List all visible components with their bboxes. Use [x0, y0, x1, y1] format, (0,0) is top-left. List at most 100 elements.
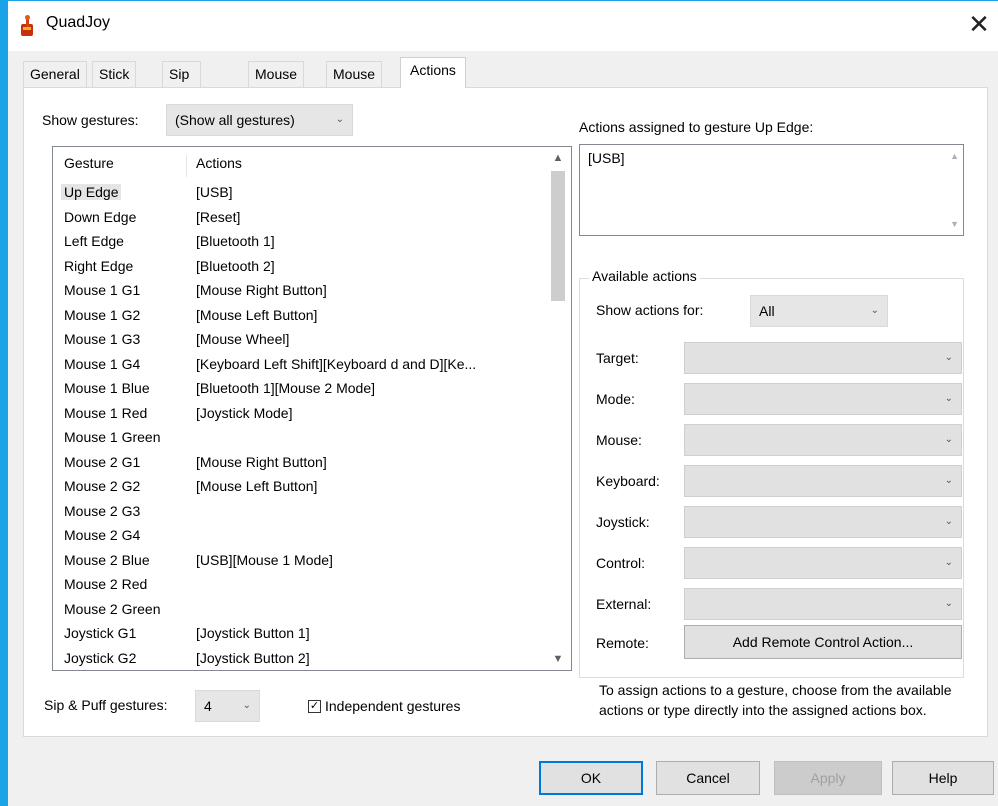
- gesture-cell: Mouse 2 G4: [64, 527, 141, 543]
- mode-dropdown[interactable]: ⌄: [684, 383, 962, 415]
- target-dropdown[interactable]: ⌄: [684, 342, 962, 374]
- window-title: QuadJoy: [46, 14, 111, 31]
- assigned-actions-label: Actions assigned to gesture Up Edge:: [579, 119, 814, 135]
- assigned-actions-box[interactable]: [USB] ▲ ▼: [579, 144, 964, 236]
- chevron-down-icon: ⌄: [944, 434, 953, 445]
- actions-cell: [Reset]: [196, 208, 241, 225]
- close-button[interactable]: ✕: [964, 11, 994, 41]
- tab-actions[interactable]: Actions: [400, 57, 466, 88]
- actions-tab-page: Show gestures: (Show all gestures) ⌄ Ges…: [23, 87, 988, 737]
- show-actions-for-value: All: [759, 303, 775, 319]
- tab-mouse-2[interactable]: Mouse 2: [326, 61, 383, 106]
- table-row[interactable]: Mouse 1 G2 [Mouse Left Button]: [53, 304, 528, 328]
- gesture-cell: Mouse 1 G3: [64, 331, 141, 347]
- tab-stick[interactable]: Stick: [92, 61, 137, 87]
- table-row[interactable]: Joystick G2 [Joystick Button 2]: [53, 647, 528, 671]
- gesture-column-header[interactable]: Gesture: [64, 155, 114, 171]
- scroll-up-icon[interactable]: ▲: [545, 147, 571, 169]
- title-bar: QuadJoy ✕: [8, 1, 998, 51]
- show-gestures-value: (Show all gestures): [175, 112, 295, 128]
- add-remote-control-action-button[interactable]: Add Remote Control Action...: [684, 625, 962, 659]
- keyboard-label: Keyboard:: [596, 473, 660, 489]
- remote-label: Remote:: [596, 635, 649, 651]
- scroll-down-icon[interactable]: ▼: [950, 219, 959, 229]
- mouse-dropdown[interactable]: ⌄: [684, 424, 962, 456]
- actions-cell: [Joystick Button 1]: [196, 625, 310, 641]
- table-row[interactable]: Left Edge [Bluetooth 1]: [53, 230, 528, 254]
- apply-button[interactable]: Apply: [774, 761, 882, 795]
- table-row[interactable]: Mouse 2 G2 [Mouse Left Button]: [53, 475, 528, 499]
- gesture-cell: Mouse 1 G4: [64, 355, 141, 372]
- tab-sip-puff[interactable]: Sip & Puff: [162, 61, 201, 130]
- chevron-down-icon: ⌄: [870, 305, 879, 316]
- control-label: Control:: [596, 555, 646, 571]
- actions-cell: [Joystick Button 2]: [196, 649, 310, 666]
- vertical-scrollbar[interactable]: ▲ ▼: [545, 147, 571, 670]
- quadjoy-window: QuadJoy ✕ General Stick Sip & Puff Mouse…: [8, 1, 998, 806]
- gesture-cell: Mouse 1 G1: [64, 282, 141, 298]
- control-dropdown[interactable]: ⌄: [684, 547, 962, 579]
- keyboard-dropdown[interactable]: ⌄: [684, 465, 962, 497]
- tab-general[interactable]: General: [23, 61, 87, 87]
- cancel-button[interactable]: Cancel: [656, 761, 760, 795]
- actions-cell: [USB]: [196, 184, 233, 200]
- gesture-cell: Joystick G1: [64, 625, 137, 641]
- independent-gestures-checkbox[interactable]: ✓: [308, 700, 321, 713]
- table-row[interactable]: Mouse 1 Red [Joystick Mode]: [53, 402, 528, 426]
- joystick-label: Joystick:: [596, 514, 650, 530]
- table-row[interactable]: Mouse 2 G1 [Mouse Right Button]: [53, 451, 528, 475]
- table-row[interactable]: Down Edge [Reset]: [53, 206, 528, 230]
- actions-cell: [Mouse Wheel]: [196, 331, 290, 347]
- column-divider[interactable]: [186, 155, 187, 177]
- ok-button[interactable]: OK: [539, 761, 643, 795]
- actions-cell: [Bluetooth 2]: [196, 257, 275, 274]
- gesture-list[interactable]: Gesture Actions Up Edge [USB] Down Edge [Re…: [52, 146, 572, 671]
- table-row[interactable]: Mouse 2 G3: [53, 500, 528, 524]
- joystick-dropdown[interactable]: ⌄: [684, 506, 962, 538]
- table-row[interactable]: Mouse 1 G3 [Mouse Wheel]: [53, 328, 528, 352]
- table-row[interactable]: Mouse 1 G4 [Keyboard Left Shift][Keyboard…: [53, 353, 528, 377]
- actions-column-header[interactable]: Actions: [196, 155, 242, 171]
- table-row[interactable]: Mouse 2 Green: [53, 598, 528, 622]
- table-row[interactable]: Up Edge [USB]: [53, 181, 528, 205]
- hint-line-1: To assign actions to a gesture, choose f…: [599, 682, 952, 698]
- sip-puff-gestures-value: 4: [204, 698, 212, 714]
- sip-puff-gestures-label: Sip & Puff gestures:: [44, 697, 168, 713]
- show-actions-for-dropdown[interactable]: All ⌄: [750, 295, 888, 327]
- chevron-down-icon: ⌄: [242, 700, 251, 711]
- table-row[interactable]: Joystick G1 [Joystick Button 1]: [53, 622, 528, 646]
- table-row[interactable]: Mouse 2 Blue [USB][Mouse 1 Mode]: [53, 549, 528, 573]
- scroll-down-icon[interactable]: ▼: [545, 648, 571, 670]
- scroll-up-icon[interactable]: ▲: [950, 151, 959, 161]
- close-icon: ✕: [968, 10, 990, 40]
- hint-line-2: actions or type directly into the assign…: [599, 702, 927, 718]
- table-row[interactable]: Right Edge [Bluetooth 2]: [53, 255, 528, 279]
- show-gestures-dropdown[interactable]: (Show all gestures) ⌄: [166, 104, 353, 136]
- show-gestures-label: Show gestures:: [42, 112, 139, 128]
- independent-gestures-label[interactable]: Independent gestures: [325, 698, 460, 714]
- available-actions-title: Available actions: [589, 268, 700, 284]
- chevron-down-icon: ⌄: [944, 598, 953, 609]
- gesture-cell: Mouse 2 Red: [64, 576, 148, 592]
- table-row[interactable]: Mouse 1 G1 [Mouse Right Button]: [53, 279, 528, 303]
- mode-label: Mode:: [596, 391, 635, 407]
- table-row[interactable]: Mouse 1 Blue [Bluetooth 1][Mouse 2 Mode]: [53, 377, 528, 401]
- actions-cell: [Mouse Left Button]: [196, 306, 318, 323]
- target-label: Target:: [596, 350, 639, 366]
- gesture-cell: Mouse 2 G1: [64, 453, 141, 470]
- tab-mouse-1[interactable]: Mouse 1: [248, 61, 305, 106]
- chevron-down-icon: ⌄: [944, 352, 953, 363]
- table-row[interactable]: Mouse 1 Green: [53, 426, 528, 450]
- help-button[interactable]: Help: [892, 761, 994, 795]
- scroll-thumb[interactable]: [551, 171, 565, 301]
- mouse-label: Mouse:: [596, 432, 642, 448]
- table-row[interactable]: Mouse 2 G4: [53, 524, 528, 548]
- chevron-down-icon: ⌄: [944, 516, 953, 527]
- gesture-cell: Left Edge: [64, 233, 124, 249]
- actions-cell: [Bluetooth 1]: [196, 233, 275, 249]
- external-dropdown[interactable]: ⌄: [684, 588, 962, 620]
- chevron-down-icon: ⌄: [944, 557, 953, 568]
- table-row[interactable]: Mouse 2 Red: [53, 573, 528, 597]
- actions-cell: [Keyboard Left Shift][Keyboard d and D][…: [196, 355, 477, 372]
- sip-puff-gestures-dropdown[interactable]: 4 ⌄: [195, 690, 260, 722]
